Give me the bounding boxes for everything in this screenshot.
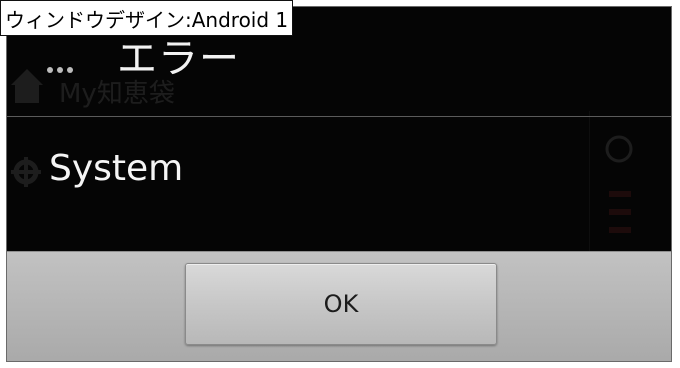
ok-button[interactable]: OK [185, 263, 497, 345]
android-dialog-window: My知恵袋 エラー System OK [6, 6, 672, 362]
background-side-icons [605, 135, 633, 233]
dialog-title: エラー [117, 36, 240, 82]
dialog-message: System [49, 148, 184, 189]
gear-icon [11, 157, 41, 187]
dialog-button-panel: OK [7, 251, 671, 361]
title-divider [7, 116, 671, 117]
window-design-caption: ウィンドウデザイン:Android 1 [0, 0, 294, 36]
screenshot-frame: ウィンドウデザイン:Android 1 My知恵袋 エラー System OK [0, 0, 680, 368]
overflow-dots-icon[interactable] [45, 65, 75, 75]
ok-button-label: OK [323, 290, 359, 318]
background-divider [589, 111, 590, 261]
